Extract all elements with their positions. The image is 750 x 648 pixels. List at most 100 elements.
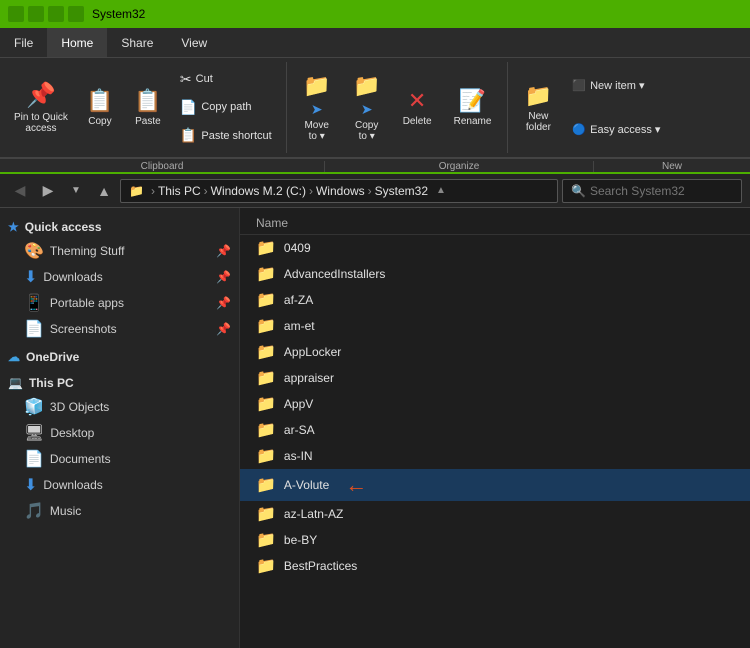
search-icon: 🔍 [571,184,586,198]
ribbon: 📌 Pin to Quickaccess 📋 Copy 📋 Paste ✂ Cu… [0,58,750,174]
sidebar-item-downloads-pc[interactable]: ⬇ Downloads [0,472,239,498]
tb-icon-3 [48,6,64,22]
table-row[interactable]: 📁AppV [240,391,750,417]
copy-path-button[interactable]: 📄 Copy path [174,97,278,118]
sidebar-item-downloads-quick[interactable]: ⬇ Downloads 📌 [0,264,239,290]
quick-access-header[interactable]: ★ Quick access [0,216,239,238]
easy-access-button[interactable]: 🔵 Easy access ▾ [566,121,666,138]
sidebar-item-documents[interactable]: 📄 Documents [0,446,239,472]
copy-path-label: Copy path [201,101,251,113]
path-windows: Windows [316,184,365,198]
folder-icon: 📁 [256,368,276,388]
table-row[interactable]: 📁appraiser [240,365,750,391]
recent-button[interactable]: ▼ [64,179,88,203]
table-row[interactable]: 📁A-Volute← [240,469,750,501]
thispc-header[interactable]: 💻 This PC [0,372,239,394]
sidebar-item-theming[interactable]: 🎨 Theming Stuff 📌 [0,238,239,264]
file-list-header[interactable]: Name [240,212,750,235]
move-to-button[interactable]: 📁 ➤ Moveto ▾ [295,66,339,149]
sidebar-item-screenshots[interactable]: 📄 Screenshots 📌 [0,316,239,342]
table-row[interactable]: 📁AppLocker [240,339,750,365]
rename-button[interactable]: 📝 Rename [446,66,500,149]
menu-share[interactable]: Share [107,28,167,57]
documents-label: Documents [50,452,111,466]
back-button[interactable]: ◀ [8,179,32,203]
table-row[interactable]: 📁af-ZA [240,287,750,313]
table-row[interactable]: 📁 az-Latn-AZ [240,501,750,527]
copy-to-button[interactable]: 📁 ➤ Copyto ▾ [345,66,389,149]
desktop-icon: 🖥 [24,423,44,443]
table-row[interactable]: 📁as-IN [240,443,750,469]
paste-button[interactable]: 📋 Paste [126,66,170,149]
thispc-icon: 💻 [8,376,23,390]
file-name: BestPractices [284,559,357,573]
table-row[interactable]: 📁BestPractices [240,553,750,579]
table-row[interactable]: 📁AdvancedInstallers [240,261,750,287]
cut-button[interactable]: ✂ Cut [174,69,278,90]
copy-button[interactable]: 📋 Copy [78,66,122,149]
thispc-section: 💻 This PC 🧊 3D Objects 🖥 Desktop 📄 Docum… [0,372,239,524]
file-name: A-Volute [284,478,329,492]
folder-icon: 📁 [256,264,276,284]
portable-icon: 📱 [24,293,44,313]
screenshots-label: Screenshots [50,322,117,336]
onedrive-header[interactable]: ☁ OneDrive [0,346,239,368]
portable-label: Portable apps [50,296,124,310]
menu-view[interactable]: View [167,28,221,57]
copy-icon: 📋 [86,88,113,114]
tb-icon-1 [8,6,24,22]
path-drive: Windows M.2 (C:) [211,184,306,198]
scissors-icon: ✂ [180,71,192,88]
menu-file[interactable]: File [0,28,47,57]
menu-home[interactable]: Home [47,28,107,57]
search-input[interactable] [590,184,745,198]
paste-shortcut-label: Paste shortcut [201,130,271,142]
new-item-button[interactable]: ⬛ New item ▾ [566,77,666,94]
pin-icon: 📌 [26,81,56,110]
pin-indicator-3: 📌 [216,296,231,310]
up-button[interactable]: ▲ [92,179,116,203]
3dobjects-label: 3D Objects [50,400,109,414]
address-path[interactable]: 📁 › This PC › Windows M.2 (C:) › Windows… [120,179,558,203]
table-row[interactable]: 📁0409 [240,235,750,261]
folder-icon: 📁 [129,184,144,198]
sidebar-item-3dobjects[interactable]: 🧊 3D Objects [0,394,239,420]
copy-path-icon: 📄 [180,99,197,116]
table-row[interactable]: 📁ar-SA [240,417,750,443]
music-label: Music [50,504,81,518]
clipboard-group: 📌 Pin to Quickaccess 📋 Copy 📋 Paste ✂ Cu… [0,62,287,153]
copy-label: Copy [88,116,111,127]
sidebar-item-music[interactable]: 🎵 Music [0,498,239,524]
search-box[interactable]: 🔍 [562,179,742,203]
rename-icon: 📝 [459,88,486,114]
sidebar-item-desktop[interactable]: 🖥 Desktop [0,420,239,446]
file-name: am-et [284,319,315,333]
folder-icon: 📁 [256,530,276,550]
folder-icon: 📁 [256,475,276,495]
documents-icon: 📄 [24,449,44,469]
new-group: 📁 Newfolder ⬛ New item ▾ 🔵 Easy access ▾ [508,62,750,153]
new-folder-button[interactable]: 📁 Newfolder [516,66,560,149]
ribbon-labels: Clipboard Organize New [0,158,750,172]
folder-icon: 📁 [256,504,276,524]
delete-button[interactable]: ✕ Delete [395,66,440,149]
tb-icon-4 [68,6,84,22]
file-name: ar-SA [284,423,315,437]
path-expand-icon: ▲ [436,185,446,196]
name-column-header: Name [256,216,288,230]
paste-shortcut-icon: 📋 [180,127,197,144]
copy-to-label: Copyto ▾ [355,120,378,142]
sidebar-item-portable[interactable]: 📱 Portable apps 📌 [0,290,239,316]
file-name: az-Latn-AZ [284,507,343,521]
move-arrow-icon: ➤ [311,101,323,118]
path-thispc: This PC [158,184,201,198]
pin-to-quick-access-button[interactable]: 📌 Pin to Quickaccess [8,66,74,149]
paste-shortcut-button[interactable]: 📋 Paste shortcut [174,125,278,146]
table-row[interactable]: 📁am-et [240,313,750,339]
file-list: Name 📁0409📁AdvancedInstallers📁af-ZA📁am-e… [240,208,750,648]
path-sep-1: › [204,184,208,198]
forward-button[interactable]: ▶ [36,179,60,203]
pin-indicator-4: 📌 [216,322,231,336]
table-row[interactable]: 📁be-BY [240,527,750,553]
folder-icon: 📁 [256,290,276,310]
